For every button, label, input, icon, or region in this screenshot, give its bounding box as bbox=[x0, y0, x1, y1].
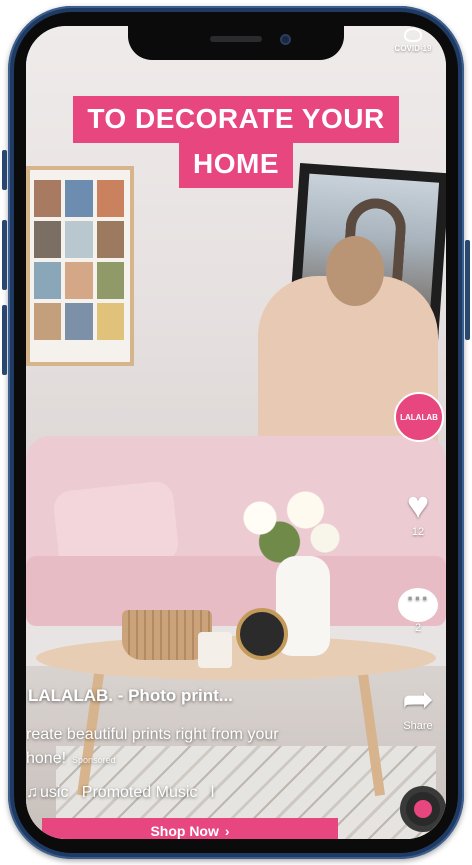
music-prefix: usic bbox=[40, 784, 69, 801]
like-button[interactable]: ♥ 12 bbox=[394, 486, 442, 538]
share-button[interactable]: ➦ Share bbox=[394, 680, 442, 732]
sponsored-label: Sponsored bbox=[72, 755, 116, 765]
volume-down-button bbox=[2, 305, 7, 375]
music-separator: l bbox=[210, 784, 215, 801]
earpiece-speaker bbox=[210, 36, 262, 42]
volume-up-button bbox=[2, 220, 7, 290]
caption-line-2-text: hone! bbox=[26, 750, 67, 767]
notch bbox=[128, 26, 344, 60]
ad-headline: TO DECORATE YOUR HOME bbox=[26, 96, 446, 188]
collage-frame bbox=[26, 166, 134, 366]
creator-avatar[interactable]: LALALAB bbox=[394, 392, 444, 442]
caption-line-1: reate beautiful prints right from your bbox=[26, 726, 279, 743]
account-name[interactable]: LALALAB. - Photo print... bbox=[28, 686, 233, 706]
photo-collage bbox=[34, 180, 124, 340]
comment-button[interactable]: ··· 2 bbox=[394, 588, 442, 634]
candle bbox=[198, 632, 232, 668]
music-disc-icon[interactable] bbox=[400, 786, 446, 832]
comment-icon: ··· bbox=[398, 588, 438, 622]
table-clock bbox=[236, 608, 288, 660]
share-icon: ➦ bbox=[402, 679, 434, 721]
video-feed-screen[interactable]: COVID-19 TO DECORATE YOUR HOME LALALAB ♥… bbox=[26, 26, 446, 839]
heart-icon: ♥ bbox=[406, 485, 430, 527]
covid-info-button[interactable]: COVID-19 bbox=[388, 28, 438, 53]
pink-sofa-seat bbox=[26, 556, 446, 626]
avatar-text: LALALAB bbox=[400, 412, 438, 422]
share-label: Share bbox=[403, 720, 433, 732]
woman-head bbox=[326, 236, 384, 306]
power-button bbox=[465, 240, 470, 340]
headline-line-1: TO DECORATE YOUR bbox=[73, 96, 399, 143]
covid-info-icon bbox=[404, 28, 422, 42]
comment-count: 2 bbox=[414, 622, 422, 634]
shop-now-button[interactable]: Shop Now › bbox=[42, 818, 338, 839]
music-row[interactable]: ♫ usic Promoted Music l bbox=[26, 784, 214, 802]
chevron-right-icon: › bbox=[224, 823, 230, 839]
like-count: 12 bbox=[411, 526, 425, 538]
mute-switch bbox=[2, 150, 7, 190]
flower-bouquet bbox=[221, 486, 351, 566]
covid-label: COVID-19 bbox=[394, 44, 432, 53]
music-title: Promoted Music bbox=[81, 784, 198, 801]
front-camera bbox=[280, 34, 291, 45]
caption-line-2: hone! Sponsored bbox=[26, 750, 116, 768]
music-note-icon: ♫ bbox=[26, 784, 38, 801]
coffee-table bbox=[36, 636, 436, 680]
music-disc-center bbox=[414, 800, 432, 818]
headline-line-2: HOME bbox=[179, 140, 293, 188]
shop-now-label: Shop Now bbox=[150, 823, 219, 839]
